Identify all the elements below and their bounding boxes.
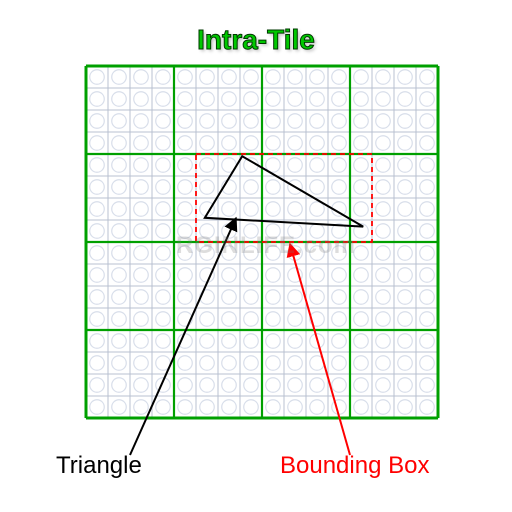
intra-tile-label: Intra-Tile	[0, 24, 512, 56]
triangle-label: Triangle	[56, 452, 142, 480]
diagram-canvas	[0, 0, 512, 512]
bounding-box-label: Bounding Box	[280, 452, 429, 480]
